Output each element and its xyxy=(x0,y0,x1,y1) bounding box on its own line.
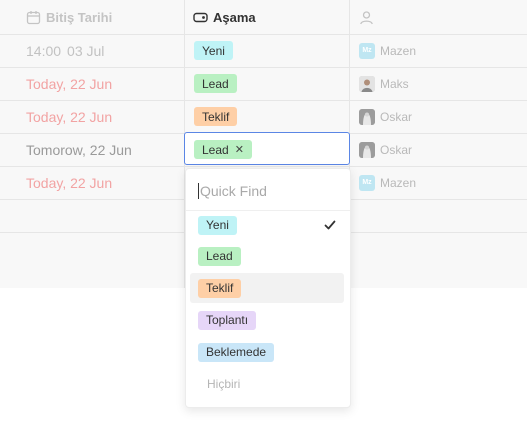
stage-tag: Teklif xyxy=(194,107,238,126)
option-tag: Toplantı xyxy=(198,310,257,330)
due-time: 14:00 xyxy=(26,42,62,59)
column-header-due-date[interactable]: Bitiş Tarihi xyxy=(26,0,112,34)
assignee-name: Mazen xyxy=(380,43,417,58)
stage-tag: Yeni xyxy=(194,41,233,60)
due-date: 03 Jul xyxy=(67,42,105,59)
stage-dropdown: Quick Find Yeni Lead Teklif Toplantı Bek… xyxy=(185,168,351,408)
due-date-cell[interactable]: 14:00 03 Jul xyxy=(26,34,104,67)
assignee-cell[interactable]: Oskar xyxy=(359,100,412,133)
option-none-label: Hiçbiri xyxy=(207,377,241,391)
tag-icon xyxy=(193,10,208,25)
quick-find-placeholder: Quick Find xyxy=(200,183,267,199)
stage-tag: Lead xyxy=(194,74,237,93)
user-icon xyxy=(359,10,374,25)
option-none[interactable]: Hiçbiri xyxy=(190,369,344,399)
option-teklif[interactable]: Teklif xyxy=(190,273,344,303)
table-row[interactable]: Today, 22 Jun Teklif Oskar xyxy=(0,100,527,134)
close-icon[interactable]: ✕ xyxy=(235,143,244,156)
due-date-cell[interactable]: Today, 22 Jun xyxy=(26,67,112,100)
calendar-icon xyxy=(26,10,41,25)
table-row[interactable]: Today, 22 Jun Lead Maks xyxy=(0,67,527,101)
due-date-cell[interactable]: Tomorow, 22 Jun xyxy=(26,133,132,166)
option-toplanti[interactable]: Toplantı xyxy=(190,305,344,335)
option-tag: Yeni xyxy=(198,215,237,235)
due-date: Today, 22 Jun xyxy=(26,174,113,191)
option-yeni[interactable]: Yeni xyxy=(190,210,344,240)
assignee-name: Maks xyxy=(380,76,409,91)
due-date-cell[interactable]: Today, 22 Jun xyxy=(26,100,112,133)
assignee-cell[interactable]: Maks xyxy=(359,67,409,100)
assignee-cell[interactable]: Mz Mazen xyxy=(359,166,416,199)
assignee-name: Oskar xyxy=(380,142,413,157)
option-tag: Teklif xyxy=(198,278,242,298)
due-date: Today, 22 Jun xyxy=(26,75,113,92)
due-date-cell[interactable]: Today, 22 Jun xyxy=(26,166,112,199)
stage-cell-editor[interactable]: Lead ✕ xyxy=(184,132,350,165)
selected-stage-label: Lead xyxy=(202,142,229,157)
stage-cell[interactable]: Lead xyxy=(194,67,237,100)
table-row[interactable]: 14:00 03 Jul Yeni Mz Mazen xyxy=(0,34,527,68)
column-header-assignee[interactable] xyxy=(359,0,379,34)
avatar: Mz xyxy=(359,174,375,191)
due-date: Tomorow, 22 Jun xyxy=(26,141,132,158)
option-beklemede[interactable]: Beklemede xyxy=(190,337,344,367)
option-tag: Lead xyxy=(198,246,241,266)
table-header: Bitiş Tarihi Aşama xyxy=(0,0,527,35)
assignee-name: Mazen xyxy=(380,175,417,190)
text-cursor xyxy=(198,183,199,199)
column-header-due-date-label: Bitiş Tarihi xyxy=(46,9,113,25)
option-lead[interactable]: Lead xyxy=(190,241,344,271)
check-icon xyxy=(324,218,336,230)
avatar xyxy=(359,108,375,125)
avatar: Mz xyxy=(359,42,375,59)
column-header-stage-label: Aşama xyxy=(213,9,256,25)
column-header-stage[interactable]: Aşama xyxy=(193,0,256,34)
avatar xyxy=(359,141,375,158)
assignee-cell[interactable]: Mz Mazen xyxy=(359,34,416,67)
quick-find-input[interactable]: Quick Find xyxy=(198,183,267,199)
due-date: Today, 22 Jun xyxy=(26,108,113,125)
assignee-cell[interactable]: Oskar xyxy=(359,133,412,166)
assignee-name: Oskar xyxy=(380,109,413,124)
stage-cell[interactable]: Teklif xyxy=(194,100,238,133)
selected-stage-tag: Lead ✕ xyxy=(194,140,252,159)
option-tag: Beklemede xyxy=(198,342,275,362)
stage-cell[interactable]: Yeni xyxy=(194,34,233,67)
avatar xyxy=(359,75,375,92)
